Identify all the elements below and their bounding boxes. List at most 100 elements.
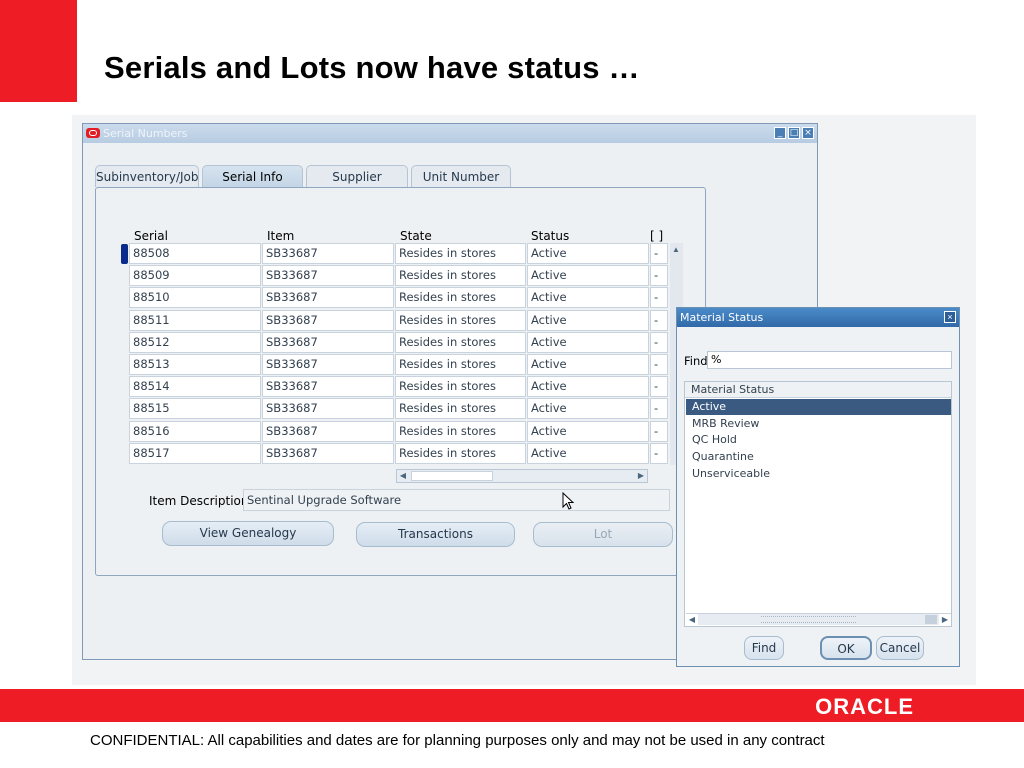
item-cell[interactable]: SB33687: [262, 287, 394, 309]
scroll-left-icon[interactable]: ◀: [686, 614, 698, 625]
serial-cell[interactable]: 88511: [129, 309, 261, 331]
lot-button[interactable]: Lot: [533, 522, 673, 547]
find-button[interactable]: Find: [744, 636, 784, 660]
scroll-right-icon[interactable]: ▶: [939, 614, 951, 625]
scroll-up-icon[interactable]: ▲: [672, 245, 681, 254]
status-cell[interactable]: Active: [527, 354, 649, 375]
material-status-list: Material Status Active MRB Review QC Hol…: [684, 381, 952, 627]
flag-cell[interactable]: -: [650, 265, 668, 287]
minimize-icon[interactable]: _: [774, 127, 786, 139]
list-horizontal-scrollbar[interactable]: ◀ ▶: [686, 613, 951, 625]
state-cell[interactable]: Resides in stores: [395, 442, 526, 464]
list-item-qc-hold[interactable]: QC Hold: [686, 432, 951, 448]
flag-cell[interactable]: -: [650, 243, 668, 264]
oracle-app-icon: [86, 128, 100, 138]
close-icon[interactable]: ×: [802, 127, 814, 139]
scrollbar-thumb[interactable]: [761, 616, 856, 623]
item-cell[interactable]: SB33687: [262, 442, 394, 464]
table-horizontal-scrollbar[interactable]: ◀ ▶: [396, 469, 648, 483]
column-header-state: State: [400, 229, 432, 243]
column-header-serial: Serial: [134, 229, 168, 243]
cancel-button[interactable]: Cancel: [876, 636, 924, 660]
serial-cell[interactable]: 88510: [129, 287, 261, 309]
column-header-status: Status: [531, 229, 570, 243]
state-cell[interactable]: Resides in stores: [395, 243, 526, 264]
slide-title: Serials and Lots now have status …: [104, 50, 640, 85]
serial-cell[interactable]: 88508: [129, 243, 261, 264]
list-column-header: Material Status: [685, 382, 951, 398]
confidential-notice: CONFIDENTIAL: All capabilities and dates…: [90, 732, 825, 749]
column-header-item: Item: [267, 229, 295, 243]
window-title: Serial Numbers: [103, 127, 188, 140]
item-cell[interactable]: SB33687: [262, 309, 394, 331]
state-cell[interactable]: Resides in stores: [395, 376, 526, 398]
status-cell[interactable]: Active: [527, 398, 649, 420]
list-item-quarantine[interactable]: Quarantine: [686, 449, 951, 465]
item-cell[interactable]: SB33687: [262, 420, 394, 442]
item-cell[interactable]: SB33687: [262, 243, 394, 264]
state-cell[interactable]: Resides in stores: [395, 331, 526, 353]
mouse-cursor-icon: [562, 492, 575, 510]
serial-cell[interactable]: 88516: [129, 420, 261, 442]
item-cell[interactable]: SB33687: [262, 376, 394, 398]
find-label: Find: [684, 354, 708, 368]
flag-cell[interactable]: -: [650, 398, 668, 420]
maximize-icon[interactable]: □: [788, 127, 800, 139]
status-cell[interactable]: Active: [527, 376, 649, 398]
list-item-mrb-review[interactable]: MRB Review: [686, 416, 951, 432]
item-cell[interactable]: SB33687: [262, 265, 394, 287]
item-cell[interactable]: SB33687: [262, 398, 394, 420]
item-description-field[interactable]: Sentinal Upgrade Software: [243, 489, 670, 511]
serial-cell[interactable]: 88513: [129, 354, 261, 375]
current-record-indicator: [121, 244, 128, 264]
dialog-titlebar[interactable]: Material Status ×: [677, 308, 959, 327]
item-cell[interactable]: SB33687: [262, 354, 394, 375]
status-cell[interactable]: Active: [527, 331, 649, 353]
state-cell[interactable]: Resides in stores: [395, 354, 526, 375]
serial-cell[interactable]: 88515: [129, 398, 261, 420]
scrollbar-track-block: [925, 615, 937, 624]
status-cell[interactable]: Active: [527, 243, 649, 264]
state-cell[interactable]: Resides in stores: [395, 287, 526, 309]
state-cell[interactable]: Resides in stores: [395, 398, 526, 420]
transactions-button[interactable]: Transactions: [356, 522, 515, 547]
tab-serial-info[interactable]: Serial Info: [202, 165, 303, 187]
status-cell[interactable]: Active: [527, 287, 649, 309]
brand-red-block: [0, 0, 77, 102]
serial-cell[interactable]: 88514: [129, 376, 261, 398]
close-icon[interactable]: ×: [944, 311, 956, 323]
footer-bar: ORACLE: [0, 689, 1024, 722]
item-cell[interactable]: SB33687: [262, 331, 394, 353]
ok-button[interactable]: OK: [820, 636, 872, 660]
find-input[interactable]: %: [707, 351, 952, 369]
status-cell[interactable]: Active: [527, 265, 649, 287]
tab-supplier[interactable]: Supplier: [306, 165, 408, 187]
scrollbar-thumb[interactable]: [411, 471, 493, 481]
serial-cell[interactable]: 88509: [129, 265, 261, 287]
scroll-left-icon[interactable]: ◀: [397, 470, 409, 482]
flag-cell[interactable]: -: [650, 287, 668, 309]
serial-cell[interactable]: 88517: [129, 442, 261, 464]
flag-cell[interactable]: -: [650, 309, 668, 331]
material-status-dialog: Material Status × Find % Material Status…: [676, 307, 960, 667]
flag-cell[interactable]: -: [650, 376, 668, 398]
status-cell[interactable]: Active: [527, 442, 649, 464]
state-cell[interactable]: Resides in stores: [395, 420, 526, 442]
flag-cell[interactable]: -: [650, 420, 668, 442]
state-cell[interactable]: Resides in stores: [395, 265, 526, 287]
column-header-select: [ ]: [650, 229, 664, 243]
flag-cell[interactable]: -: [650, 354, 668, 375]
flag-cell[interactable]: -: [650, 331, 668, 353]
view-genealogy-button[interactable]: View Genealogy: [162, 521, 334, 546]
list-item-unserviceable[interactable]: Unserviceable: [686, 466, 951, 482]
scroll-right-icon[interactable]: ▶: [635, 470, 647, 482]
list-item-active[interactable]: Active: [686, 399, 951, 415]
tab-subinventory-job[interactable]: Subinventory/Job: [95, 165, 199, 187]
flag-cell[interactable]: -: [650, 442, 668, 464]
status-cell[interactable]: Active: [527, 420, 649, 442]
tab-unit-number[interactable]: Unit Number: [411, 165, 511, 187]
status-cell[interactable]: Active: [527, 309, 649, 331]
window-titlebar[interactable]: Serial Numbers _ □ ×: [83, 124, 817, 143]
state-cell[interactable]: Resides in stores: [395, 309, 526, 331]
serial-cell[interactable]: 88512: [129, 331, 261, 353]
